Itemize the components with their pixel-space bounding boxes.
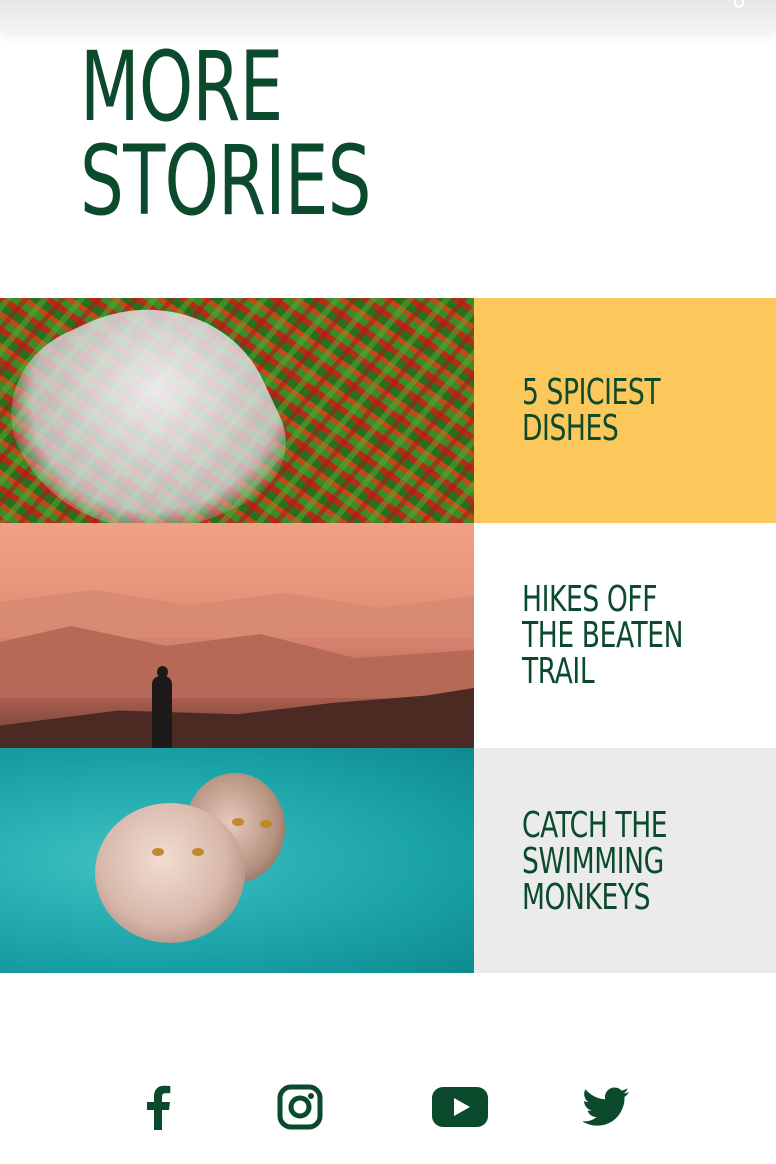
chili-peppers-image[interactable] [0, 298, 474, 523]
heading-line-1: MORE [80, 31, 283, 143]
hiker-figure [152, 666, 172, 748]
story-card-monkeys[interactable]: CATCH THE SWIMMING MONKEYS [0, 748, 776, 973]
mountain-hiker-image[interactable] [0, 523, 474, 748]
story-card-spiciest-dishes[interactable]: 5 SPICIEST DISHES [0, 298, 776, 523]
social-links [0, 1080, 776, 1140]
story-title[interactable]: CATCH THE SWIMMING MONKEYS [522, 808, 735, 916]
instagram-icon[interactable] [270, 1080, 330, 1134]
story-title-line: SWIMMING [522, 841, 664, 882]
top-bar [0, 0, 776, 32]
story-title-line: 5 SPICIEST [522, 372, 661, 413]
story-card-hikes[interactable]: HIKES OFF THE BEATEN TRAIL [0, 523, 776, 748]
story-title-line: CATCH THE [522, 805, 668, 846]
story-title-line: MONKEYS [522, 877, 651, 918]
story-title[interactable]: 5 SPICIEST DISHES [522, 375, 735, 447]
facebook-icon[interactable] [128, 1080, 188, 1134]
story-panel[interactable]: CATCH THE SWIMMING MONKEYS [474, 748, 776, 973]
story-panel[interactable]: HIKES OFF THE BEATEN TRAIL [474, 523, 776, 748]
section-heading: MORE STORIES [80, 31, 480, 237]
story-title-line: HIKES OFF [522, 579, 658, 620]
youtube-icon[interactable] [430, 1080, 490, 1134]
swimming-monkeys-image[interactable] [0, 748, 474, 973]
heading-line-2: STORIES [80, 125, 372, 237]
story-title-line: DISHES [522, 408, 619, 449]
story-title-line: THE BEATEN [522, 615, 684, 656]
story-title-line: TRAIL [522, 651, 595, 692]
twitter-icon[interactable] [576, 1080, 636, 1134]
menu-icon[interactable] [734, 0, 744, 8]
story-title[interactable]: HIKES OFF THE BEATEN TRAIL [522, 582, 735, 690]
story-panel[interactable]: 5 SPICIEST DISHES [474, 298, 776, 523]
